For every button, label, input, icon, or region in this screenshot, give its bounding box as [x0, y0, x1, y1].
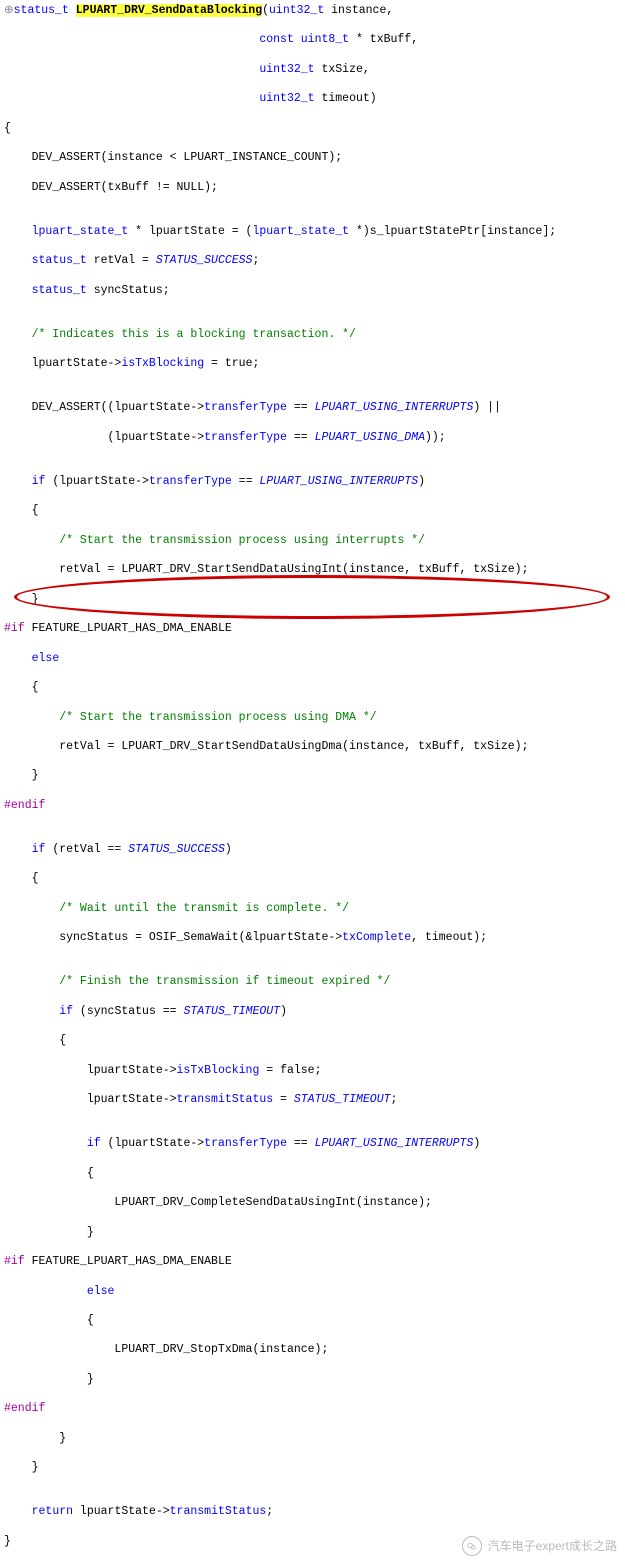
highlighted-line: syncStatus = OSIF_SemaWait(&lpuartState-… — [4, 931, 621, 946]
comment: /* Indicates this is a blocking transact… — [4, 328, 621, 343]
return-type: status_t — [14, 4, 69, 17]
function-name: LPUART_DRV_SendDataBlocking — [76, 4, 262, 17]
code-block: ⊕status_t LPUART_DRV_SendDataBlocking(ui… — [4, 4, 621, 1564]
watermark: 汽车电子expert成长之路 — [462, 1536, 617, 1556]
expand-icon[interactable]: ⊕ — [4, 4, 14, 17]
comment: /* Start the transmission process using … — [4, 711, 621, 726]
comment: /* Start the transmission process using … — [4, 534, 621, 549]
watermark-text: 汽车电子expert成长之路 — [488, 1539, 617, 1554]
comment: /* Wait until the transmit is complete. … — [4, 902, 621, 917]
wechat-icon — [462, 1536, 482, 1556]
comment: /* Finish the transmission if timeout ex… — [4, 975, 621, 990]
